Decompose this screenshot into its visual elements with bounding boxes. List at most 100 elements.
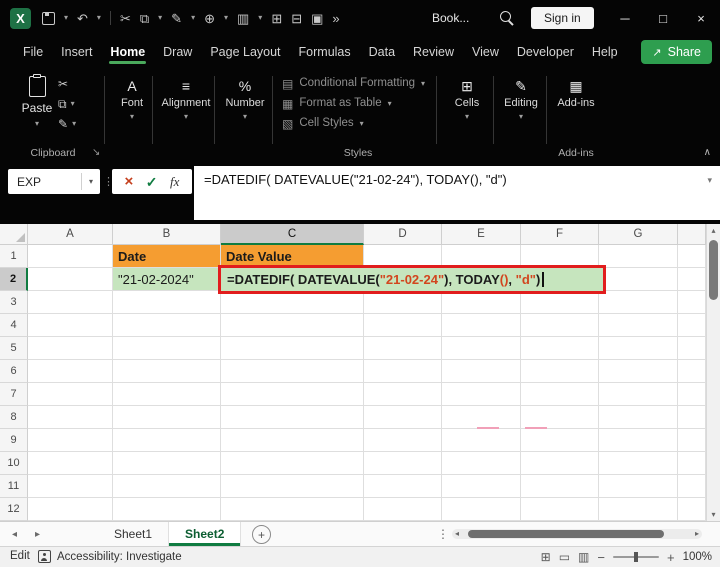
vertical-scrollbar[interactable]: ▴ ▾ [706,224,720,521]
cell[interactable] [678,291,706,314]
row-header-10[interactable]: 10 [0,452,28,475]
cut-icon[interactable]: ✂ [120,12,131,25]
cell[interactable] [113,406,221,429]
cell[interactable] [28,406,113,429]
cell[interactable] [678,337,706,360]
cell[interactable] [521,452,599,475]
cell[interactable] [28,314,113,337]
tab-file[interactable]: File [14,38,52,68]
sheet-nav-right-icon[interactable]: ▸ [35,529,40,540]
cell[interactable] [28,291,113,314]
zoom-slider[interactable] [612,552,659,562]
borders-icon[interactable]: ⊟ [291,12,302,25]
cell[interactable] [113,337,221,360]
cell[interactable] [364,383,442,406]
collapse-ribbon-icon[interactable]: ∧ [704,147,711,158]
copy-button[interactable]: ⧉ ▾ [58,98,76,110]
column-header-a[interactable]: A [28,224,113,245]
chevron-down-icon[interactable]: ▾ [224,14,228,22]
cell[interactable] [599,383,678,406]
cell[interactable] [599,452,678,475]
cell[interactable] [521,291,599,314]
select-all-corner[interactable] [0,224,28,245]
cell[interactable] [113,475,221,498]
search-icon[interactable] [498,9,516,27]
cell[interactable] [442,475,521,498]
chevron-down-icon[interactable]: ▾ [191,14,195,22]
zoom-slider-thumb[interactable] [633,552,638,562]
cell[interactable] [113,383,221,406]
scroll-down-icon[interactable]: ▾ [707,508,720,521]
column-header-f[interactable]: F [521,224,599,245]
tab-insert[interactable]: Insert [52,38,101,68]
cell[interactable] [221,291,364,314]
cell[interactable] [599,268,678,291]
page-layout-icon[interactable]: ▭ [559,550,570,564]
row-header-9[interactable]: 9 [0,429,28,452]
cell[interactable] [113,429,221,452]
cell[interactable] [221,360,364,383]
font-group-button[interactable]: A Font ▾ [110,78,154,121]
cell[interactable] [521,337,599,360]
cell[interactable] [678,268,706,291]
sheet-nav-left-icon[interactable]: ◂ [12,529,17,540]
cell[interactable] [678,383,706,406]
cell[interactable] [521,406,599,429]
cell-mode-indicator[interactable]: Edit [10,550,30,562]
sheet-tab-options-icon[interactable]: ⋮ [437,527,449,541]
cell[interactable] [28,429,113,452]
cell[interactable] [599,498,678,521]
globe-icon[interactable]: ⊕ [204,12,215,25]
cell[interactable] [442,383,521,406]
cell[interactable] [364,314,442,337]
cell[interactable] [113,452,221,475]
more-icon[interactable]: » [332,12,339,25]
sheet-tab-sheet2[interactable]: Sheet2 [169,522,242,546]
column-header-b[interactable]: B [113,224,221,245]
cell[interactable] [221,452,364,475]
cell[interactable] [442,337,521,360]
row-header-8[interactable]: 8 [0,406,28,429]
cell[interactable] [364,429,442,452]
cell[interactable] [221,337,364,360]
row-header-12[interactable]: 12 [0,498,28,521]
cell[interactable] [221,383,364,406]
cell[interactable] [521,429,599,452]
chevron-down-icon[interactable]: ▾ [258,14,262,22]
formula-text[interactable]: =DATEDIF( DATEVALUE("21-02-24"), TODAY()… [194,166,720,187]
cell[interactable] [599,314,678,337]
cell[interactable] [442,406,521,429]
close-icon[interactable]: × [682,0,720,36]
cell[interactable] [442,291,521,314]
cell[interactable] [28,245,113,268]
cell[interactable] [521,498,599,521]
row-header-4[interactable]: 4 [0,314,28,337]
cell[interactable] [113,360,221,383]
cell[interactable] [28,383,113,406]
tab-help[interactable]: Help [583,38,627,68]
name-box[interactable]: EXP ▾ [8,169,100,194]
cell[interactable] [521,475,599,498]
column-header-d[interactable]: D [364,224,442,245]
tab-draw[interactable]: Draw [154,38,201,68]
cancel-icon[interactable]: × [125,174,134,189]
cell[interactable] [521,314,599,337]
cell[interactable] [599,429,678,452]
cells-button[interactable]: ⊞ Cells ▾ [442,78,492,121]
tab-formulas[interactable]: Formulas [290,38,360,68]
maximize-icon[interactable]: □ [644,0,682,36]
cell-b2[interactable]: "21-02-2024" [113,268,221,291]
cell[interactable] [521,360,599,383]
enter-icon[interactable]: ✓ [146,175,158,189]
cell[interactable] [599,245,678,268]
format-as-table-button[interactable]: ▦ Format as Table ▾ [282,98,434,110]
tab-review[interactable]: Review [404,38,463,68]
chevron-down-icon[interactable]: ▾ [97,14,101,22]
cell[interactable] [599,360,678,383]
cell[interactable] [678,429,706,452]
excel-app-icon[interactable]: X [10,7,31,29]
row-header-3[interactable]: 3 [0,291,28,314]
cell[interactable] [599,291,678,314]
undo-icon[interactable]: ↶ [77,12,88,25]
cell[interactable] [364,337,442,360]
